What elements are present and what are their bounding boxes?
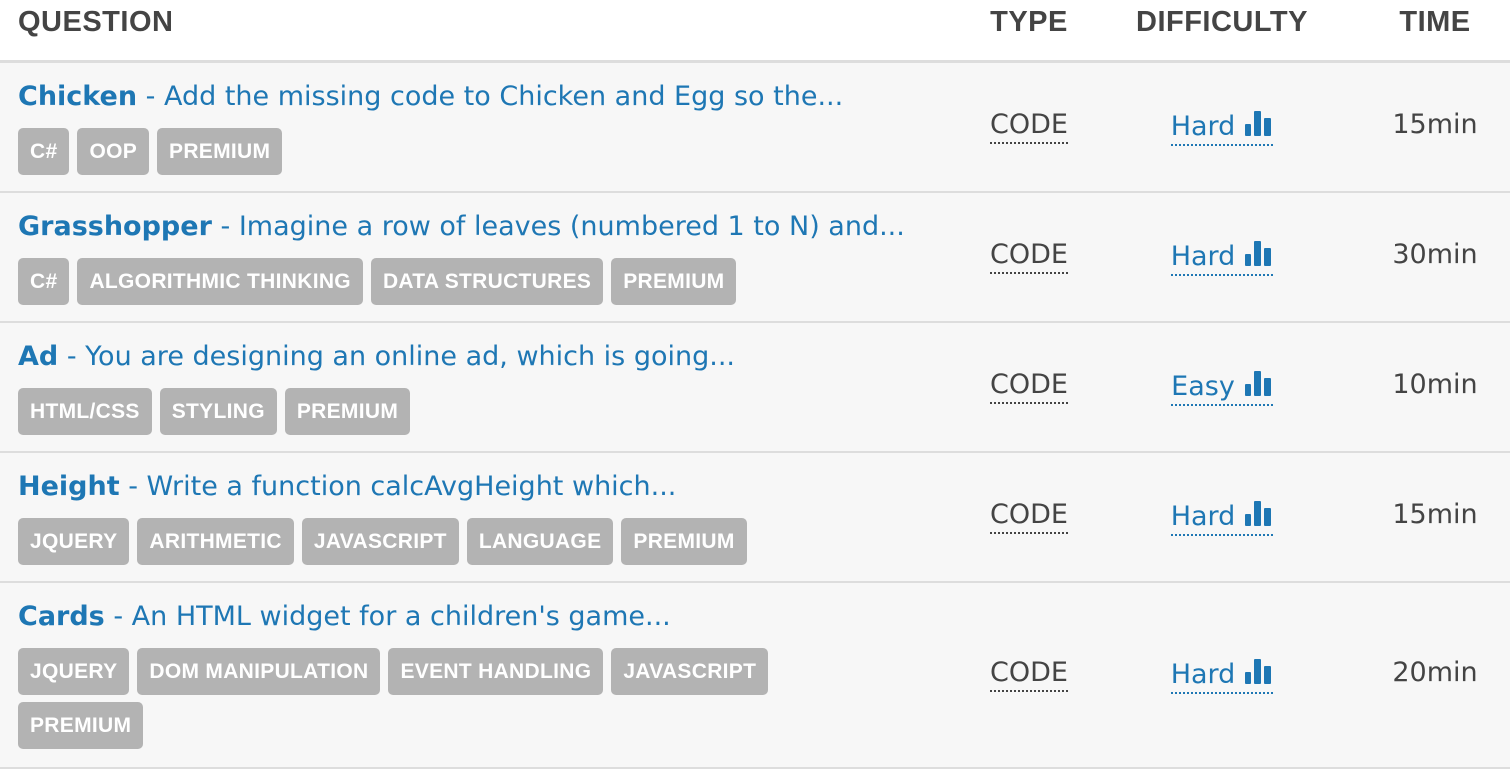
bar-chart-icon [1243,109,1273,144]
type-label[interactable]: CODE [990,109,1068,144]
time-cell: 10min [1392,369,1478,400]
difficulty-label[interactable]: Hard [1170,499,1274,536]
question-link[interactable]: Grasshopper - Imagine a row of leaves (n… [18,211,905,242]
tag-badge: ALGORITHMIC THINKING [77,258,363,305]
question-title[interactable]: Height [18,471,120,502]
type-cell: CODE [968,239,1090,274]
header-difficulty[interactable]: DIFFICULTY [1118,6,1326,39]
table-row[interactable]: Grasshopper - Imagine a row of leaves (n… [0,193,1510,323]
tag-list: JQUERY ARITHMETIC JAVASCRIPT LANGUAGE PREMIU… [18,518,868,572]
tag-badge: JAVASCRIPT [301,518,459,565]
question-link[interactable]: Cards - An HTML widget for a children's … [18,601,671,632]
type-cell: CODE [968,657,1090,692]
difficulty-cell: Hard [1118,109,1326,146]
difficulty-label[interactable]: Hard [1170,657,1274,694]
difficulty-text: Hard [1170,501,1236,532]
tag-badge: STYLING [159,388,277,435]
difficulty-text: Hard [1170,241,1236,272]
bar-chart-icon [1243,657,1273,692]
type-label[interactable]: CODE [990,499,1068,534]
difficulty-label[interactable]: Hard [1170,239,1274,276]
tag-list: C# ALGORITHMIC THINKING DATA STRUCTURES PRE… [18,258,868,312]
question-link[interactable]: Ad - You are designing an online ad, whi… [18,341,735,372]
difficulty-text: Easy [1171,371,1235,402]
type-label[interactable]: CODE [990,369,1068,404]
tag-badge: C# [18,258,70,305]
tag-badge: PREMIUM [611,258,737,305]
difficulty-cell: Hard [1118,499,1326,536]
table-row[interactable]: Cards - An HTML widget for a children's … [0,583,1510,769]
tag-badge: C# [18,128,70,175]
questions-table: QUESTION TYPE DIFFICULTY TIME Chicken - … [0,0,1510,769]
tag-list: HTML/CSS STYLING PREMIUM [18,388,868,442]
tag-badge: DOM MANIPULATION [137,648,381,695]
header-type[interactable]: TYPE [968,6,1090,39]
tag-badge: LANGUAGE [466,518,614,565]
table-row[interactable]: Height - Write a function calcAvgHeight … [0,453,1510,583]
tag-badge: DATA STRUCTURES [370,258,604,305]
table-body: Chicken - Add the missing code to Chicke… [0,63,1510,769]
tag-badge: PREMIUM [157,128,283,175]
difficulty-cell: Easy [1118,369,1326,406]
difficulty-cell: Hard [1118,239,1326,276]
tag-badge: OOP [77,128,150,175]
difficulty-text: Hard [1170,659,1236,690]
tag-badge: HTML/CSS [18,388,152,435]
type-label[interactable]: CODE [990,657,1068,692]
question-description[interactable]: - An HTML widget for a children's game..… [105,601,670,632]
header-question[interactable]: QUESTION [18,6,173,39]
tag-list: C# OOP PREMIUM [18,128,868,182]
difficulty-cell: Hard [1118,657,1326,694]
tag-badge: JAVASCRIPT [611,648,769,695]
time-cell: 15min [1392,109,1478,140]
tag-badge: PREMIUM [18,702,144,749]
type-cell: CODE [968,499,1090,534]
tag-badge: ARITHMETIC [137,518,294,565]
bar-chart-icon [1243,369,1273,404]
tag-badge: JQUERY [18,518,130,565]
question-link[interactable]: Height - Write a function calcAvgHeight … [18,471,676,502]
question-description[interactable]: - Write a function calcAvgHeight which..… [120,471,676,502]
time-cell: 15min [1392,499,1478,530]
difficulty-label[interactable]: Hard [1170,109,1274,146]
table-row[interactable]: Chicken - Add the missing code to Chicke… [0,63,1510,193]
tag-badge: EVENT HANDLING [388,648,604,695]
tag-list: JQUERY DOM MANIPULATION EVENT HANDLING JAVA… [18,648,868,756]
type-label[interactable]: CODE [990,239,1068,274]
question-title[interactable]: Cards [18,601,105,632]
bar-chart-icon [1243,499,1273,534]
type-cell: CODE [968,109,1090,144]
table-row[interactable]: Ad - You are designing an online ad, whi… [0,323,1510,453]
table-header: QUESTION TYPE DIFFICULTY TIME [0,0,1510,63]
time-cell: 30min [1392,239,1478,270]
question-description[interactable]: - Add the missing code to Chicken and Eg… [137,81,844,112]
tag-badge: JQUERY [18,648,130,695]
question-description[interactable]: - You are designing an online ad, which … [58,341,735,372]
tag-badge: PREMIUM [621,518,747,565]
question-title[interactable]: Ad [18,341,58,372]
bar-chart-icon [1243,239,1273,274]
question-description[interactable]: - Imagine a row of leaves (numbered 1 to… [212,211,904,242]
header-time[interactable]: TIME [1370,6,1500,39]
type-cell: CODE [968,369,1090,404]
tag-badge: PREMIUM [284,388,411,435]
question-title[interactable]: Grasshopper [18,211,212,242]
question-link[interactable]: Chicken - Add the missing code to Chicke… [18,81,843,112]
question-title[interactable]: Chicken [18,81,137,112]
difficulty-label[interactable]: Easy [1171,371,1273,406]
difficulty-text: Hard [1170,111,1236,142]
time-cell: 20min [1392,657,1478,688]
